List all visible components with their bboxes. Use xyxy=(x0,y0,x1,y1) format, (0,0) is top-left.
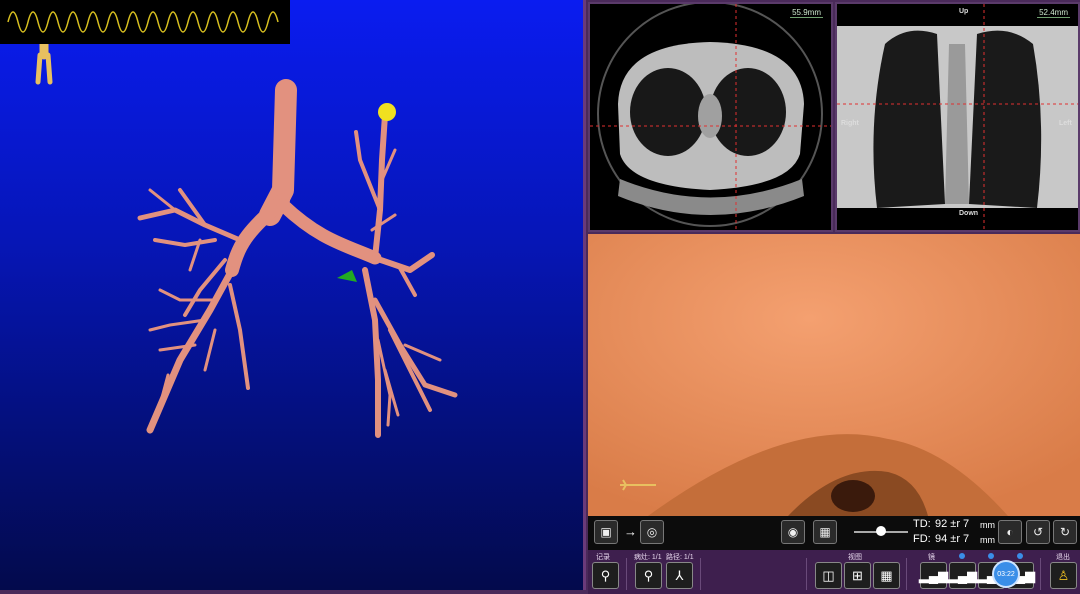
scope-size-medium-button[interactable]: ▂▄▆ xyxy=(948,562,977,589)
record-marker-button[interactable]: ⚲ xyxy=(592,562,619,589)
exit-label: 退出 xyxy=(1056,554,1070,561)
bottom-toolbar: 记录 ⚲ 病灶: 1/1 路径: 1/1 ⚲ ⅄ 视图 ◫ ⊞ ▦ 镜 ▂▄▆ … xyxy=(588,550,1080,594)
respiration-waveform xyxy=(0,0,290,44)
toolbar-divider xyxy=(626,558,627,590)
td-unit: mm xyxy=(980,520,995,530)
toolbar-divider xyxy=(1040,558,1041,590)
fd-label: FD: xyxy=(913,533,931,545)
grid-view-button[interactable]: ▦ xyxy=(813,520,837,544)
session-timer: 03:22 xyxy=(992,560,1020,588)
orientation-left-label: Left xyxy=(1059,120,1072,127)
scope-position-marker xyxy=(337,270,357,282)
mini-airway-icon xyxy=(620,479,656,491)
layout-three-pane-button[interactable]: ⊞ xyxy=(844,562,871,589)
focus-target-button[interactable]: ◉ xyxy=(781,520,805,544)
lesion-marker[interactable] xyxy=(378,103,396,121)
toolbar-divider xyxy=(700,558,701,590)
td-label: TD: xyxy=(913,518,931,530)
app-root: 55.9mm 52.4mm Up Down Right Left ▣ → ◎ ◉… xyxy=(0,0,1080,594)
coronal-scale-label: 52.4mm xyxy=(1037,8,1070,18)
path-counter: 路径: 1/1 xyxy=(666,554,694,561)
fd-unit: mm xyxy=(980,535,995,545)
status-dot xyxy=(1017,553,1023,559)
navigation-control-bar: ▣ → ◎ ◉ ▦ TD: 92 ±r 7 mm FD: 94 ±r 7 mm … xyxy=(588,516,1080,550)
scope-size-small-button[interactable]: ▂▄▆ xyxy=(919,562,948,589)
exit-button[interactable]: ♙ xyxy=(1050,562,1077,589)
orientation-up-label: Up xyxy=(959,8,969,15)
layout-four-pane-button[interactable]: ▦ xyxy=(873,562,900,589)
rotate-left-button[interactable]: ↺ xyxy=(1026,520,1050,544)
lesion-counter: 病灶: 1/1 xyxy=(634,554,662,561)
orientation-down-label: Down xyxy=(959,210,979,217)
status-dot xyxy=(959,553,965,559)
route-start-button[interactable]: ▣ xyxy=(594,520,618,544)
axial-slice-image xyxy=(590,4,831,230)
view-label: 视图 xyxy=(848,554,862,561)
layout-two-pane-button[interactable]: ◫ xyxy=(815,562,842,589)
status-dot xyxy=(988,553,994,559)
lesion-locate-button[interactable]: ⚲ xyxy=(635,562,662,589)
toolbar-divider xyxy=(806,558,807,590)
fd-value: 94 ±r 7 xyxy=(935,533,970,545)
orientation-right-label: Right xyxy=(841,120,859,127)
endoscopy-render xyxy=(588,234,1080,516)
target-button[interactable]: ◎ xyxy=(640,520,664,544)
axial-scale-label: 55.9mm xyxy=(790,8,823,18)
airway-tree-render xyxy=(137,79,458,438)
route-arrow: → xyxy=(624,524,637,539)
path-branch-button[interactable]: ⅄ xyxy=(666,562,693,589)
rotate-right-button[interactable]: ↻ xyxy=(1053,520,1077,544)
virtual-endoscopy-view[interactable] xyxy=(588,234,1080,516)
td-value: 92 ±r 7 xyxy=(935,518,970,530)
toolbar-divider xyxy=(906,558,907,590)
scope-view-button[interactable]: ◐ xyxy=(998,520,1022,544)
airway-3d-view[interactable] xyxy=(0,0,586,590)
record-label: 记录 xyxy=(596,554,610,561)
ct-coronal-view[interactable]: 52.4mm Up Down Right Left xyxy=(835,2,1080,232)
speed-slider-knob[interactable] xyxy=(876,526,886,536)
ct-axial-view[interactable]: 55.9mm xyxy=(588,2,833,232)
scope-label: 镜 xyxy=(928,554,935,561)
coronal-slice-image xyxy=(837,4,1078,230)
